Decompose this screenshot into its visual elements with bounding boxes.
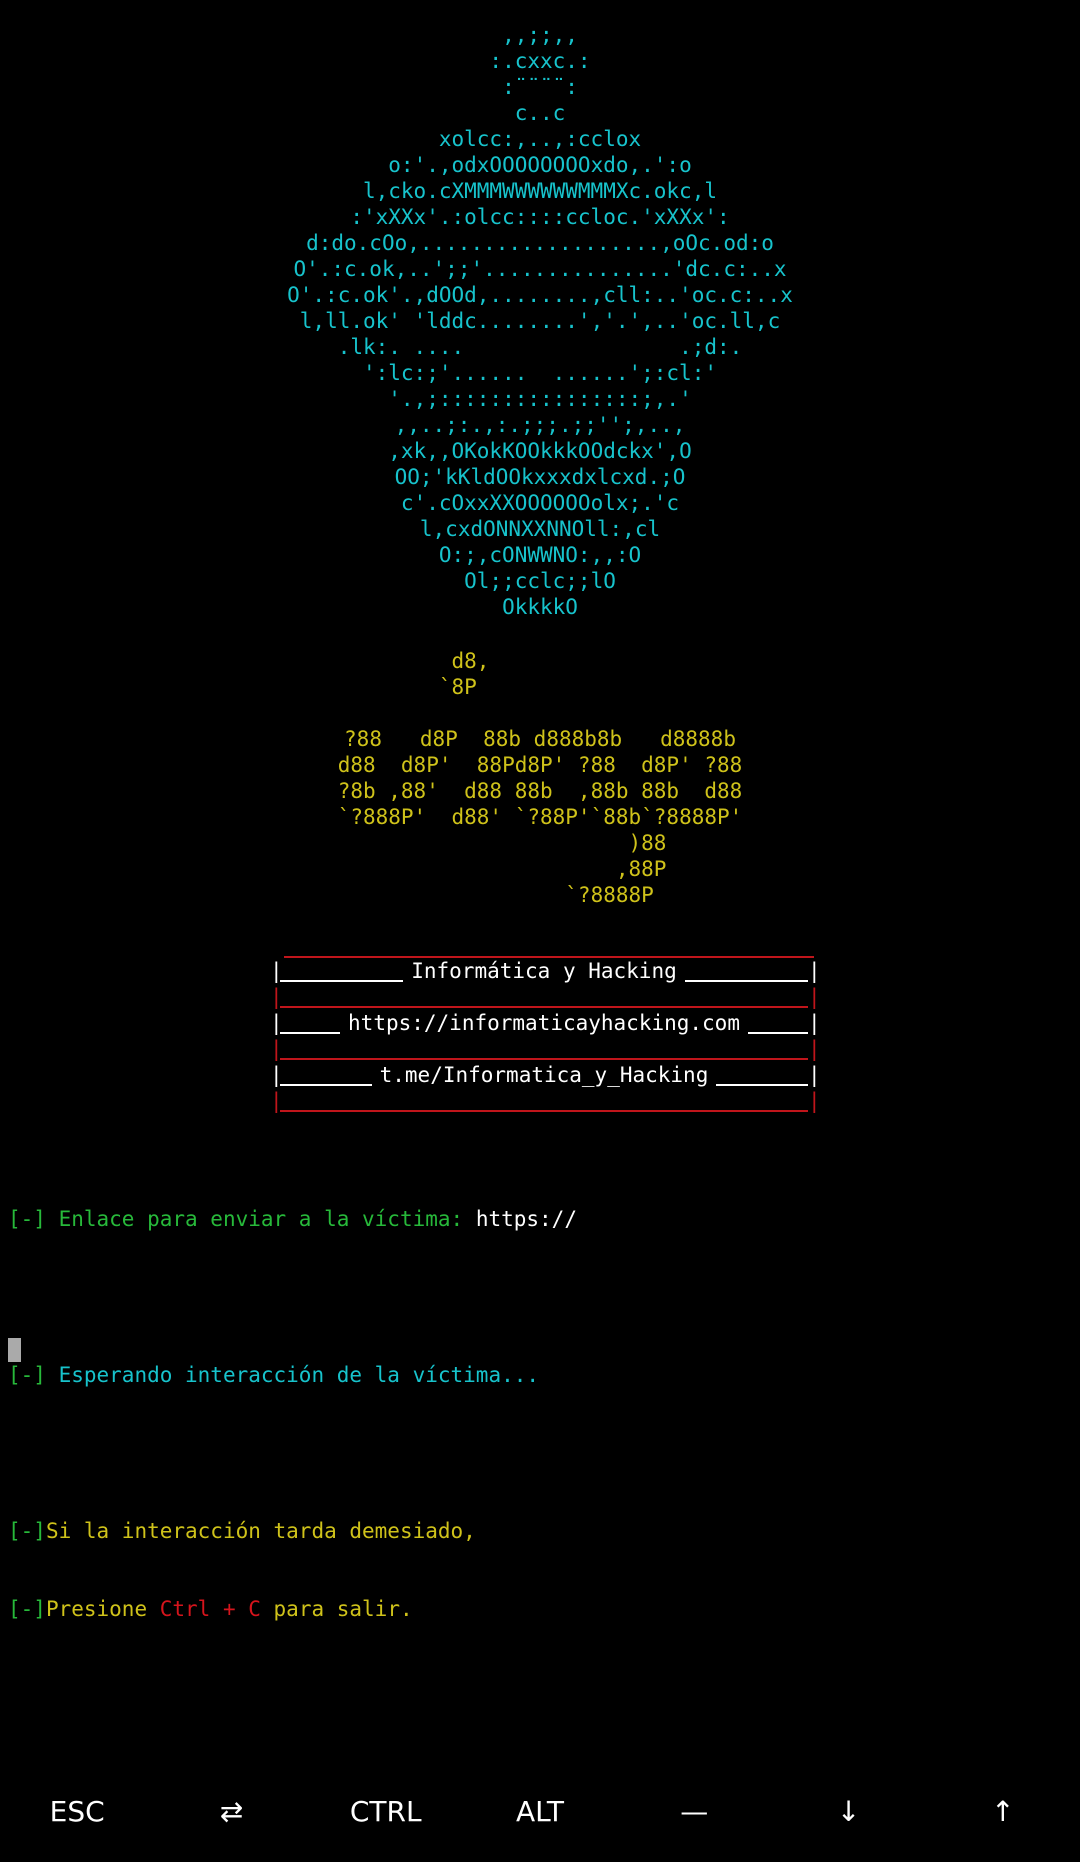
banner-title: Informática y Hacking: [403, 958, 685, 984]
log-prefix: [-]: [8, 1519, 46, 1543]
waiting-text: Esperando interacción de la víctima...: [45, 1363, 540, 1387]
log-prefix: [-]: [8, 1597, 46, 1621]
waiting-line: [-] Esperando interacción de la víctima.…: [8, 1362, 577, 1388]
alt-key[interactable]: ALT: [465, 1795, 615, 1828]
banner-top-border: [270, 932, 818, 958]
robot-ascii-art: ,,;;,, :.cxxc.: :¨¨¨¨: c..c xolcc:,..,:c…: [287, 23, 793, 619]
link-value[interactable]: https://: [476, 1207, 577, 1231]
shortcut-text: Ctrl + C: [159, 1597, 261, 1621]
arrow-down-icon: ↓: [836, 1794, 861, 1828]
banner-title-row: | Informática y Hacking |: [270, 958, 821, 984]
banner-telegram-row: | t.me/Informatica_y_Hacking |: [270, 1062, 821, 1088]
banner-separator: | |: [270, 985, 821, 1009]
banner-separator: | |: [270, 1037, 821, 1061]
logo-ascii-art: d8, `8P ?88 d8P 88b d888b8b d8888b d88 d…: [337, 649, 743, 907]
exit-line: [-]Presione Ctrl + C para salir.: [8, 1596, 577, 1622]
terminal-screen[interactable]: ,,;;,, :.cxxc.: :¨¨¨¨: c..c xolcc:,..,:c…: [0, 0, 1080, 1760]
dash-key[interactable]: —: [619, 1795, 769, 1828]
exit-text: para salir.: [260, 1597, 413, 1621]
terminal-cursor: [8, 1338, 21, 1362]
arrow-down-key[interactable]: ↓: [774, 1795, 924, 1828]
arrow-up-key[interactable]: ↑: [928, 1795, 1078, 1828]
arrow-up-icon: ↑: [991, 1794, 1015, 1828]
tab-key[interactable]: ⇄: [156, 1795, 306, 1828]
log-prefix: [-]: [8, 1207, 46, 1231]
output-log: [-] Enlace para enviar a la víctima: htt…: [8, 1154, 577, 1674]
link-label: Enlace para enviar a la víctima:: [45, 1207, 476, 1231]
press-text: Presione: [45, 1597, 160, 1621]
banner-bottom-border: | |: [270, 1089, 821, 1113]
extra-keys-bar: ESC ⇄ CTRL ALT — ↓ ↑: [0, 1760, 1080, 1862]
tab-icon: ⇄: [219, 1794, 244, 1828]
esc-key[interactable]: ESC: [2, 1795, 152, 1828]
dash-icon: —: [680, 1794, 709, 1828]
log-prefix: [-]: [8, 1363, 46, 1387]
slow-text: Si la interacción tarda demesiado,: [45, 1519, 476, 1543]
ctrl-key[interactable]: CTRL: [311, 1795, 461, 1828]
banner-website: https://informaticayhacking.com: [340, 1010, 748, 1036]
banner-telegram: t.me/Informatica_y_Hacking: [371, 1062, 717, 1088]
link-line: [-] Enlace para enviar a la víctima: htt…: [8, 1206, 577, 1232]
info-banner: | Informática y Hacking | | | | https://i…: [270, 932, 821, 1114]
slow-line: [-]Si la interacción tarda demesiado,: [8, 1518, 577, 1544]
banner-website-row: | https://informaticayhacking.com |: [270, 1010, 821, 1036]
